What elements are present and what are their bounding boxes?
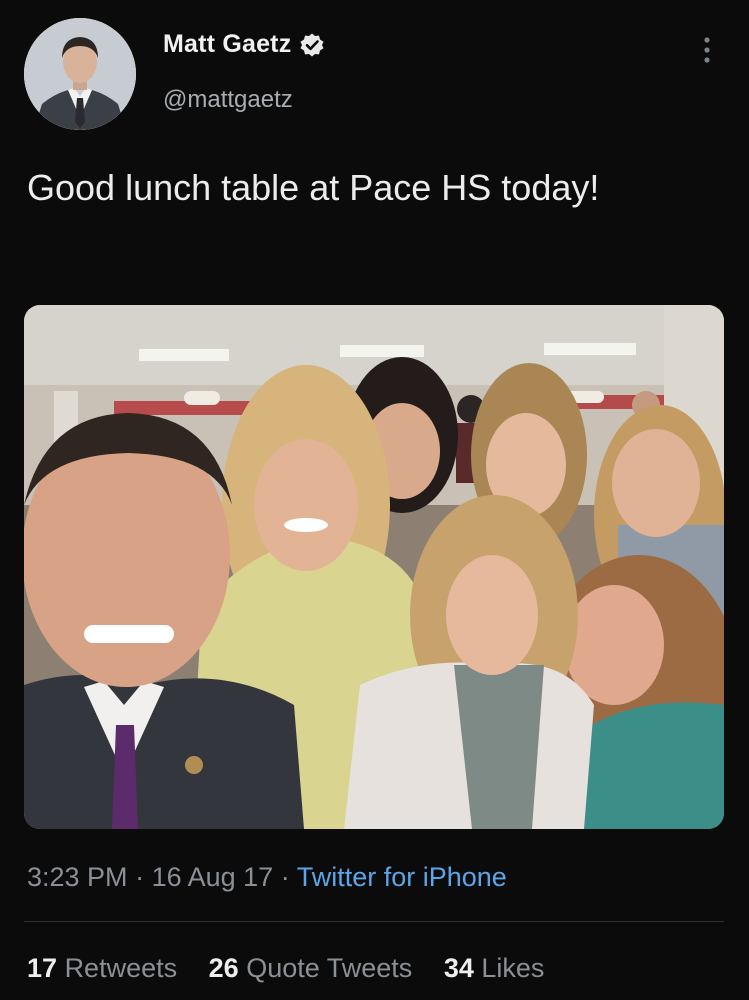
tweet-photo[interactable] <box>24 305 724 829</box>
tweet-source-link[interactable]: Twitter for iPhone <box>297 862 507 892</box>
likes-label: Likes <box>481 953 545 983</box>
retweets-label: Retweets <box>64 953 178 983</box>
tweet-date[interactable]: 16 Aug 17 <box>152 862 274 892</box>
more-options-icon[interactable] <box>696 34 718 66</box>
meta-separator: · <box>273 862 297 892</box>
author-name-row[interactable]: Matt Gaetz <box>163 30 325 59</box>
retweets-count: 17 <box>27 953 58 983</box>
tweet-card: Matt Gaetz @mattgaetz Good lunch table a… <box>0 0 749 1000</box>
avatar[interactable] <box>24 18 136 130</box>
tweet-text: Good lunch table at Pace HS today! <box>27 167 600 208</box>
quote-tweets-label: Quote Tweets <box>246 953 413 983</box>
likes-count: 34 <box>443 953 474 983</box>
divider <box>24 921 724 922</box>
author-handle[interactable]: @mattgaetz <box>163 86 293 114</box>
tweet-meta: 3:23 PM · 16 Aug 17 · Twitter for iPhone <box>27 862 507 893</box>
likes-stat[interactable]: 34 Likes <box>444 953 545 983</box>
quote-tweets-count: 26 <box>208 953 239 983</box>
tweet-time[interactable]: 3:23 PM <box>27 862 128 892</box>
display-name[interactable]: Matt Gaetz <box>163 30 291 59</box>
engagement-stats: 17 Retweets 26 Quote Tweets 34 Likes <box>27 953 568 984</box>
quote-tweets-stat[interactable]: 26 Quote Tweets <box>209 953 413 983</box>
retweets-stat[interactable]: 17 Retweets <box>27 953 177 983</box>
meta-separator: · <box>127 862 152 892</box>
verified-badge-icon <box>300 33 324 56</box>
